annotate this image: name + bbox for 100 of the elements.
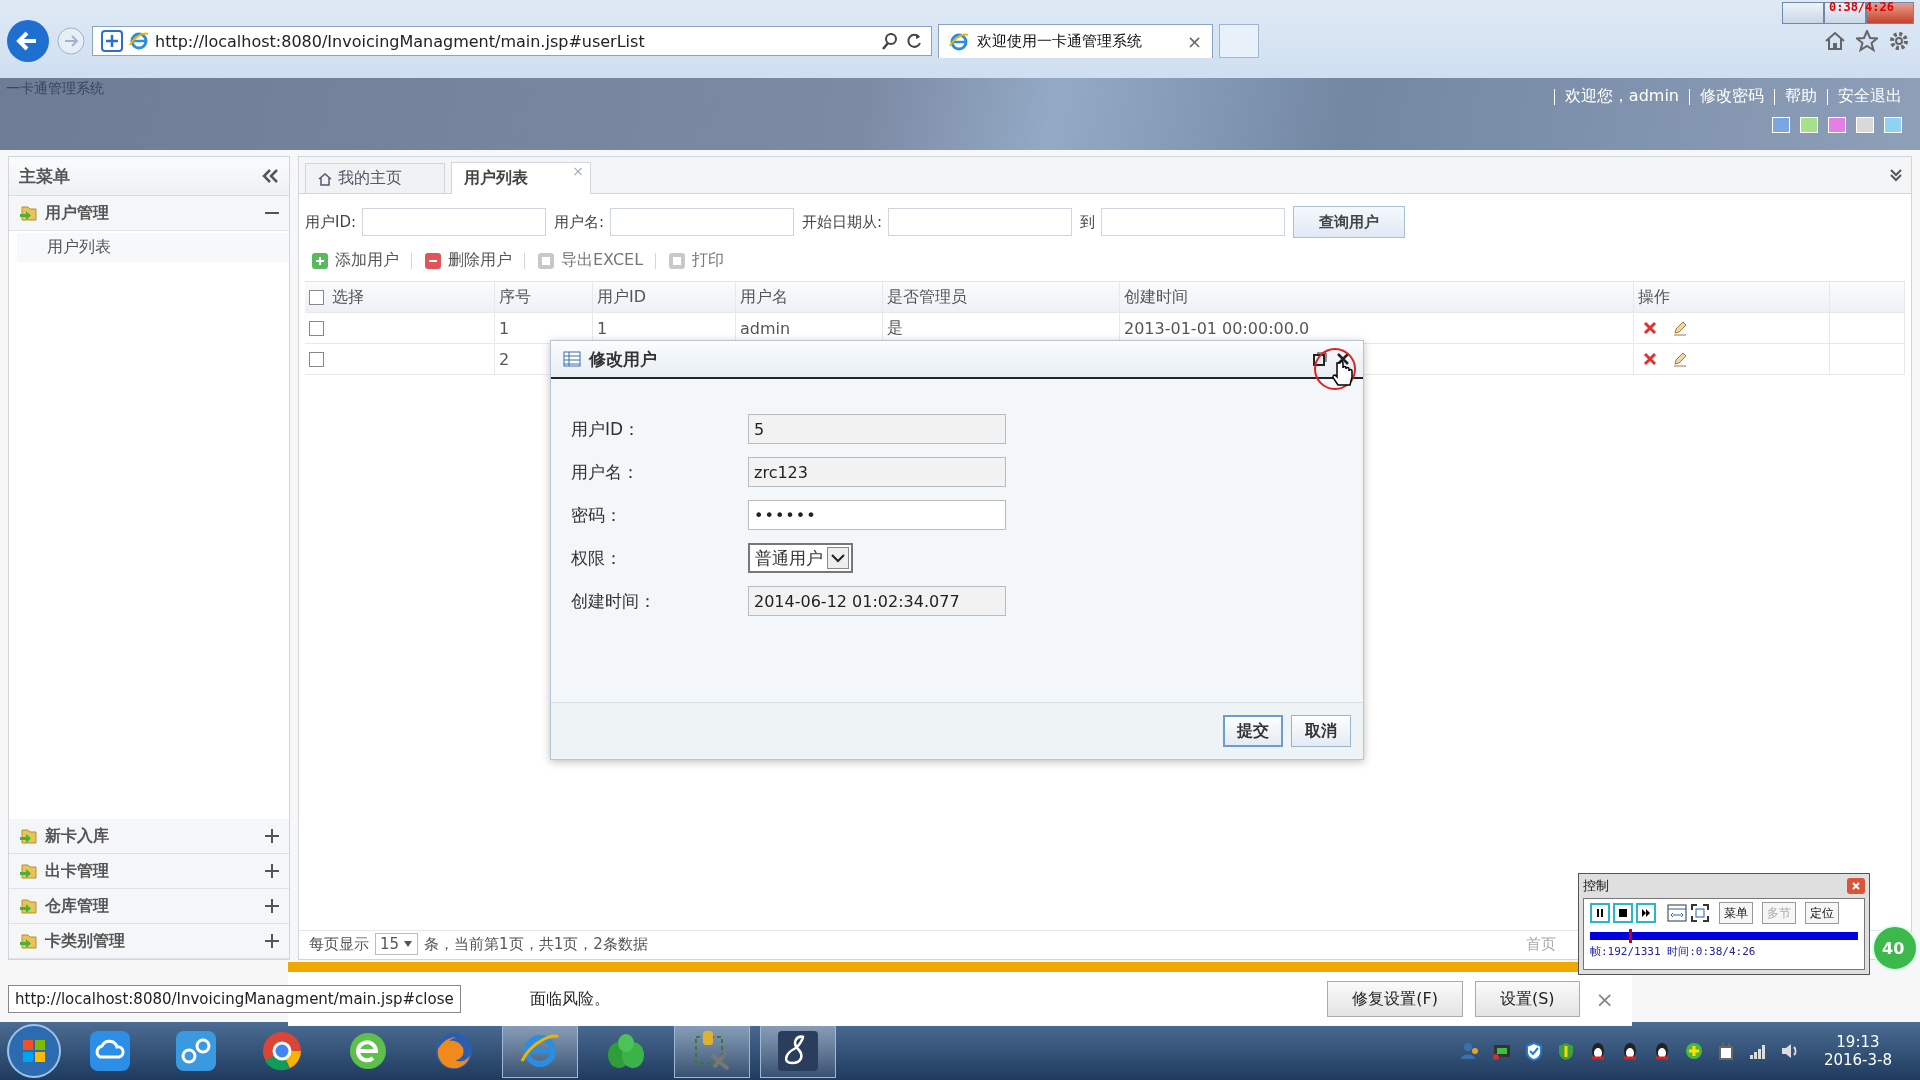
taskbar-button[interactable] (674, 1024, 750, 1078)
field-label: 用户名： (571, 460, 640, 484)
sidebar-item[interactable]: 用户列表 (17, 233, 289, 262)
search-button[interactable]: 查询用户 (1293, 206, 1406, 238)
notification-text: 面临风险。 (530, 988, 610, 1010)
menu-group[interactable]: 新卡入库 (9, 819, 289, 854)
theme-swatch[interactable] (1884, 117, 1902, 133)
input-field[interactable]: 5 (748, 414, 1006, 444)
pager-text: 每页显示 (309, 934, 369, 954)
password-field[interactable]: •••••• (748, 500, 1006, 530)
input-field[interactable] (888, 208, 1073, 236)
home-icon[interactable] (1824, 30, 1846, 52)
back-button-icon[interactable] (6, 19, 50, 63)
input-field[interactable] (1101, 208, 1286, 236)
fullscreen-icon[interactable] (1690, 903, 1710, 923)
plus-icon[interactable] (265, 899, 279, 913)
sidebar-title: 主菜单 (19, 164, 70, 188)
edit-icon[interactable] (1672, 320, 1688, 336)
plus-icon[interactable] (265, 934, 279, 948)
input-field[interactable]: 2014-06-12 01:02:34.077 (748, 586, 1006, 616)
column-header: 是否管理员 (887, 286, 967, 308)
plus-icon[interactable] (1683, 1041, 1704, 1061)
field-label: 用户名: (554, 212, 605, 232)
folder-icon (19, 827, 37, 845)
cancel-button[interactable]: 取消 (1291, 715, 1351, 747)
field-label: 用户ID： (571, 417, 642, 441)
checkbox[interactable] (309, 289, 324, 305)
notification-button[interactable]: 修复设置(F) (1327, 981, 1463, 1017)
star-icon[interactable] (1856, 30, 1878, 52)
group-label: 卡类别管理 (45, 930, 125, 952)
export-icon (537, 251, 555, 270)
delete-icon[interactable] (1642, 320, 1658, 336)
cloud-icon (88, 1029, 132, 1073)
page-size-select[interactable]: 15 (375, 933, 419, 955)
status-tooltip: http://localhost:8080/InvoicingManagment/main.jsp#close (8, 985, 461, 1013)
stop-icon[interactable] (1613, 903, 1633, 923)
input-field[interactable] (362, 208, 547, 236)
close-button[interactable]: × (1186, 31, 1202, 52)
close-button[interactable]: × (1591, 986, 1618, 1012)
dropdown-icon (403, 940, 414, 948)
toolbar-button[interactable]: 删除用户 (422, 248, 514, 273)
table-cell: admin (740, 318, 791, 338)
table-cell: 1 (499, 318, 510, 338)
close-icon[interactable] (1335, 351, 1351, 367)
checkbox[interactable] (309, 351, 324, 367)
shield-icon[interactable] (1523, 1041, 1544, 1061)
plus-icon[interactable] (265, 864, 279, 878)
group-label: 新卡入库 (45, 825, 109, 847)
url-text: http://localhost:8080/InvoicingManagment/main.jsp#userList (155, 31, 645, 51)
progress-track[interactable] (1590, 932, 1858, 940)
input-field[interactable]: zrc123 (748, 457, 1006, 487)
menu-group[interactable]: 出卡管理 (9, 854, 289, 889)
menu-group[interactable]: 卡类别管理 (9, 924, 289, 959)
pause-icon[interactable] (1590, 903, 1610, 923)
settings-icon[interactable] (1888, 30, 1910, 52)
address-field[interactable]: http://localhost:8080/InvoicingManagment/main.jsp#userList (92, 26, 932, 56)
submit-button[interactable]: 提交 (1223, 715, 1283, 747)
dialog-title: 修改用户 (589, 347, 657, 371)
tab[interactable]: 我的主页 (305, 163, 445, 193)
users-icon[interactable] (1459, 1041, 1480, 1061)
refresh-icon[interactable] (905, 32, 923, 50)
start-button-icon[interactable] (6, 1023, 62, 1079)
theme-swatch[interactable] (1856, 117, 1874, 133)
delete-icon[interactable] (1642, 351, 1658, 367)
select-field[interactable]: 普通用户 (748, 543, 853, 573)
checkbox[interactable] (309, 320, 324, 336)
edit-icon[interactable] (1672, 351, 1688, 367)
recorder-button[interactable]: 定位 (1805, 902, 1839, 924)
input-field[interactable] (610, 208, 795, 236)
field-label: 权限： (571, 546, 623, 570)
minimize-button[interactable] (1782, 2, 1824, 24)
fast-forward-icon[interactable] (1636, 903, 1656, 923)
plus-icon[interactable] (265, 829, 279, 843)
chevron-down-icon (827, 547, 849, 569)
theme-swatch[interactable] (1800, 117, 1818, 133)
column-header: 操作 (1638, 286, 1670, 308)
clock-date[interactable]: 2016-3-8 (1823, 1051, 1892, 1069)
taskbar-button[interactable] (502, 1024, 578, 1078)
taskbar-button[interactable] (760, 1024, 836, 1078)
menu-group[interactable]: 用户管理 (9, 196, 289, 231)
theme-swatch[interactable] (1828, 117, 1846, 133)
folder-icon (19, 897, 37, 915)
add-icon (311, 251, 329, 270)
toolbar-button[interactable]: 添加用户 (309, 248, 401, 273)
progress-thumb[interactable] (1628, 929, 1632, 943)
column-header: 创建时间 (1124, 286, 1188, 308)
fit-window-icon[interactable] (1667, 903, 1687, 923)
recording-timer: 0:38/4:26 (1828, 0, 1894, 14)
search-icon[interactable] (881, 32, 899, 50)
browser-tab[interactable]: 欢迎使用一卡通管理系统 × (938, 24, 1213, 58)
notification-button[interactable]: 设置(S) (1474, 981, 1580, 1017)
theme-swatch[interactable] (1772, 117, 1790, 133)
clock-time[interactable]: 19:13 (1836, 1033, 1880, 1051)
field-label: 到 (1080, 212, 1096, 232)
maximize-icon[interactable] (1313, 352, 1327, 366)
tab[interactable]: 用户列表 × (451, 162, 591, 194)
menu-group[interactable]: 仓库管理 (9, 889, 289, 924)
recorder-button[interactable]: 菜单 (1719, 902, 1753, 924)
collapse-icon[interactable] (261, 168, 279, 184)
expand-icon[interactable] (1889, 168, 1903, 182)
